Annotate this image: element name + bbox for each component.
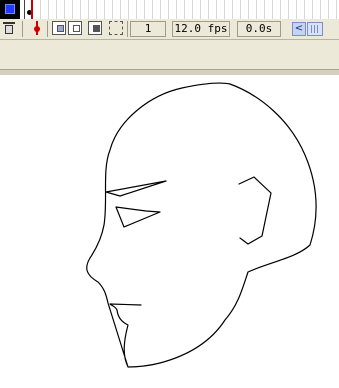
frame-cells[interactable] — [24, 0, 339, 19]
scroll-left-button[interactable]: < — [292, 22, 306, 36]
layer-color-swatch[interactable] — [0, 0, 20, 19]
playhead-marker[interactable] — [31, 0, 33, 19]
onion-skin-icon[interactable] — [52, 21, 66, 35]
modify-onion-markers-icon[interactable] — [109, 21, 123, 35]
stage-drawing — [86, 82, 317, 368]
ear-shape — [238, 176, 272, 245]
panel-background — [0, 40, 339, 69]
elapsed-time-field[interactable]: 0.0s — [237, 21, 281, 37]
stage-canvas[interactable] — [0, 75, 339, 388]
layer-outline-color-icon — [5, 4, 15, 14]
flash-editor: 1 12.0 fps 0.0s < — [0, 0, 339, 388]
edit-multiple-frames-icon[interactable] — [88, 21, 102, 35]
eye-upper-shape — [105, 180, 167, 197]
trash-icon[interactable] — [2, 21, 16, 35]
toolbar-divider — [127, 21, 128, 37]
timeline-toolbar: 1 12.0 fps 0.0s < — [0, 19, 339, 40]
timeline-strip[interactable] — [0, 0, 339, 20]
toolbar-divider — [47, 21, 48, 37]
toolbar-divider — [22, 21, 23, 37]
scrollbar-thumb[interactable] — [307, 22, 323, 36]
eye-lower-shape — [115, 206, 161, 228]
current-frame-field[interactable]: 1 — [130, 21, 166, 37]
head-outline — [86, 82, 317, 368]
frame-rate-field[interactable]: 12.0 fps — [172, 21, 230, 37]
center-frame-icon[interactable] — [30, 21, 44, 35]
onion-skin-outlines-icon[interactable] — [68, 21, 82, 35]
